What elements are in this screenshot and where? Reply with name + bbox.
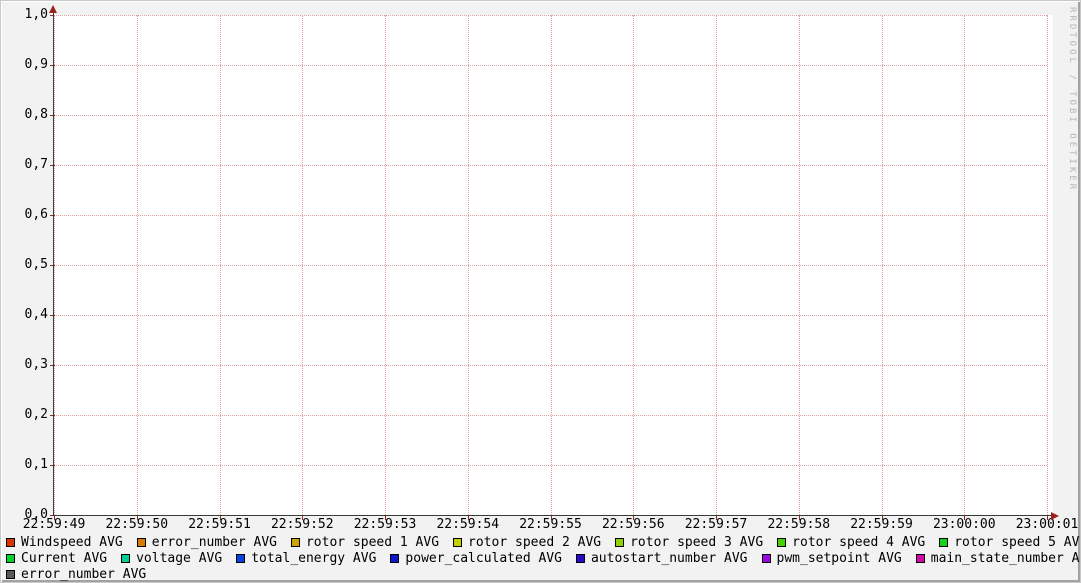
- gridline-vertical: [551, 15, 552, 515]
- legend-item-label: rotor speed 5 AVG: [954, 535, 1081, 550]
- y-tick-label: 0,7: [1, 158, 48, 172]
- legend-item: rotor speed 4 AVG: [777, 535, 925, 550]
- legend-swatch-icon: [916, 554, 925, 563]
- legend-item-label: voltage AVG: [136, 551, 222, 566]
- legend-item: rotor speed 1 AVG: [291, 535, 439, 550]
- y-tick-label: 0,3: [1, 358, 48, 372]
- legend-swatch-icon: [6, 554, 15, 563]
- legend-item: Current AVG: [6, 551, 107, 566]
- x-tick-label: 22:59:50: [92, 518, 182, 532]
- legend-item: rotor speed 3 AVG: [615, 535, 763, 550]
- gridline-vertical: [633, 15, 634, 515]
- legend-item: error_number AVG: [6, 567, 146, 582]
- legend-swatch-icon: [762, 554, 771, 563]
- legend-item-label: pwm_setpoint AVG: [777, 551, 902, 566]
- y-tick-label: 0,1: [1, 458, 48, 472]
- x-tick-label: 22:59:58: [754, 518, 844, 532]
- rrdtool-watermark: RRDTOOL / TOBI OETIKER: [1067, 7, 1077, 192]
- y-tick-label: 0,6: [1, 208, 48, 222]
- legend-item-label: total_energy AVG: [251, 551, 376, 566]
- legend-row: Current AVG voltage AVG total_energy AVG po…: [6, 550, 1081, 566]
- legend-swatch-icon: [137, 538, 146, 547]
- gridline-vertical: [716, 15, 717, 515]
- legend-item-label: rotor speed 3 AVG: [630, 535, 763, 550]
- legend-item-label: rotor speed 1 AVG: [306, 535, 439, 550]
- y-tick-label: 0,8: [1, 108, 48, 122]
- legend-swatch-icon: [6, 538, 15, 547]
- legend-item-label: autostart_number AVG: [591, 551, 748, 566]
- legend-item-label: main_state_number AVG: [931, 551, 1081, 566]
- legend-item: power_calculated AVG: [390, 551, 562, 566]
- legend-item: voltage AVG: [121, 551, 222, 566]
- y-tick-label: 1,0: [1, 8, 48, 22]
- legend-swatch-icon: [939, 538, 948, 547]
- legend-item: rotor speed 2 AVG: [453, 535, 601, 550]
- legend-swatch-icon: [390, 554, 399, 563]
- legend-item-label: power_calculated AVG: [405, 551, 562, 566]
- legend-item-label: error_number AVG: [152, 535, 277, 550]
- x-tick-label: 23:00:01: [1002, 518, 1081, 532]
- legend-item-label: rotor speed 2 AVG: [468, 535, 601, 550]
- x-tick-label: 22:59:52: [257, 518, 347, 532]
- x-tick-label: 22:59:59: [837, 518, 927, 532]
- gridline-vertical: [1047, 15, 1048, 515]
- x-tick-label: 22:59:49: [9, 518, 99, 532]
- legend-item: pwm_setpoint AVG: [762, 551, 902, 566]
- x-axis-arrow-icon: [1051, 512, 1059, 520]
- gridline-vertical: [302, 15, 303, 515]
- y-tick-label: 0,9: [1, 58, 48, 72]
- rrdtool-graph: 1,00,90,80,70,60,50,40,30,20,10,0 22:59:…: [0, 0, 1081, 583]
- legend-swatch-icon: [615, 538, 624, 547]
- legend-swatch-icon: [121, 554, 130, 563]
- gridline-vertical: [799, 15, 800, 515]
- gridline-vertical: [220, 15, 221, 515]
- x-axis-line: [53, 515, 1051, 516]
- gridline-vertical: [468, 15, 469, 515]
- legend-swatch-icon: [6, 570, 15, 579]
- y-axis-line: [53, 10, 54, 516]
- gridline-vertical: [54, 15, 55, 515]
- legend-swatch-icon: [291, 538, 300, 547]
- gridline-vertical: [964, 15, 965, 515]
- x-tick-label: 23:00:00: [919, 518, 1009, 532]
- legend-item-label: Windspeed AVG: [21, 535, 123, 550]
- y-tick-label: 0,4: [1, 308, 48, 322]
- x-tick-label: 22:59:53: [340, 518, 430, 532]
- gridline-vertical: [385, 15, 386, 515]
- gridline-vertical: [137, 15, 138, 515]
- legend-item: total_energy AVG: [236, 551, 376, 566]
- legend-item: main_state_number AVG: [916, 551, 1081, 566]
- legend-item: Windspeed AVG: [6, 535, 123, 550]
- y-tick-label: 0,2: [1, 408, 48, 422]
- legend-swatch-icon: [236, 554, 245, 563]
- legend-row: error_number AVG: [6, 566, 1081, 582]
- gridline-vertical: [882, 15, 883, 515]
- legend-item: error_number AVG: [137, 535, 277, 550]
- legend-item: rotor speed 5 AVG: [939, 535, 1081, 550]
- legend-item-label: Current AVG: [21, 551, 107, 566]
- legend-item-label: error_number AVG: [21, 567, 146, 582]
- y-tick-label: 0,5: [1, 258, 48, 272]
- x-tick-label: 22:59:56: [588, 518, 678, 532]
- legend-swatch-icon: [453, 538, 462, 547]
- x-tick-label: 22:59:55: [506, 518, 596, 532]
- legend-swatch-icon: [576, 554, 585, 563]
- x-tick-label: 22:59:57: [671, 518, 761, 532]
- x-tick-label: 22:59:51: [175, 518, 265, 532]
- legend: Windspeed AVG error_number AVG rotor speed…: [6, 534, 1081, 582]
- y-axis-arrow-icon: [49, 5, 57, 13]
- legend-item: autostart_number AVG: [576, 551, 748, 566]
- legend-swatch-icon: [777, 538, 786, 547]
- legend-item-label: rotor speed 4 AVG: [792, 535, 925, 550]
- x-tick-label: 22:59:54: [423, 518, 513, 532]
- legend-row: Windspeed AVG error_number AVG rotor speed…: [6, 534, 1081, 550]
